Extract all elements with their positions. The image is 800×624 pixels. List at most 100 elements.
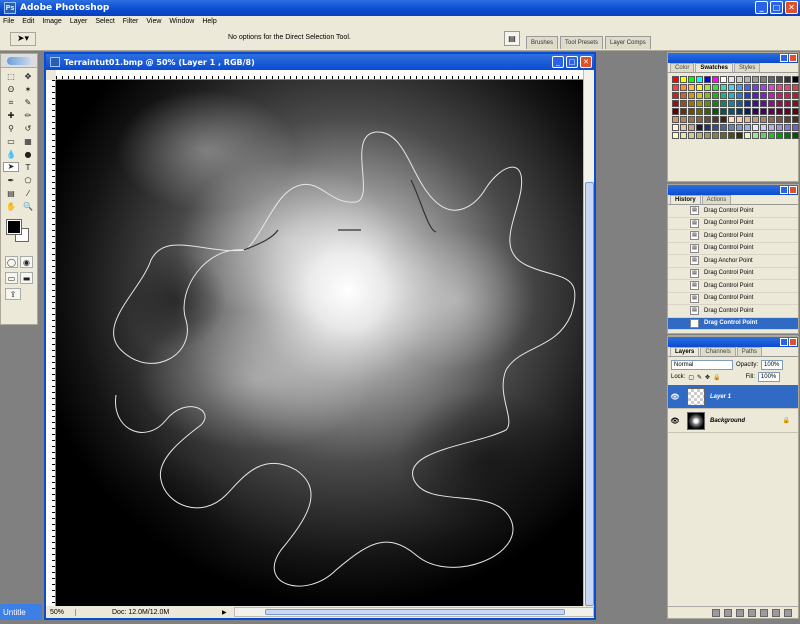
lock-position-icon[interactable]: ✥ xyxy=(705,374,710,381)
swatch[interactable] xyxy=(792,84,799,91)
swatch[interactable] xyxy=(688,76,695,83)
doc-close-button[interactable]: ✕ xyxy=(580,56,592,68)
swatch[interactable] xyxy=(776,132,783,139)
swatch[interactable] xyxy=(672,76,679,83)
menu-layer[interactable]: Layer xyxy=(70,18,88,25)
lock-all-icon[interactable]: 🔒 xyxy=(713,374,720,381)
swatch[interactable] xyxy=(688,116,695,123)
history-state[interactable]: ▤ Drag Control Point xyxy=(668,293,798,305)
swatch[interactable] xyxy=(752,116,759,123)
jump-to-imageready-icon[interactable]: ⇪ xyxy=(5,288,21,300)
panel-close-button[interactable] xyxy=(789,54,797,62)
tab-styles[interactable]: Styles xyxy=(734,63,761,72)
swatch[interactable] xyxy=(728,84,735,91)
tab-layers[interactable]: Layers xyxy=(670,347,700,356)
swatch[interactable] xyxy=(680,76,687,83)
menu-file[interactable]: File xyxy=(3,18,14,25)
panel-minimize-button[interactable] xyxy=(780,186,788,194)
swatch[interactable] xyxy=(712,76,719,83)
swatch[interactable] xyxy=(720,84,727,91)
clone-stamp-tool-icon[interactable]: ⚲ xyxy=(3,123,19,135)
swatch[interactable] xyxy=(736,132,743,139)
swatch[interactable] xyxy=(704,116,711,123)
full-screen-menu-mode-icon[interactable]: ▬ xyxy=(20,272,33,284)
swatch[interactable] xyxy=(736,124,743,131)
swatch[interactable] xyxy=(768,132,775,139)
swatch[interactable] xyxy=(712,132,719,139)
swatch[interactable] xyxy=(784,92,791,99)
swatch[interactable] xyxy=(704,76,711,83)
swatch[interactable] xyxy=(744,132,751,139)
gradient-tool-icon[interactable]: ▦ xyxy=(20,136,36,148)
visibility-eye-icon[interactable]: 👁 xyxy=(668,417,682,425)
swatch[interactable] xyxy=(696,132,703,139)
history-state[interactable]: ▤ Drag Control Point xyxy=(668,317,798,330)
swatch[interactable] xyxy=(696,124,703,131)
swatch[interactable] xyxy=(736,100,743,107)
swatch[interactable] xyxy=(744,76,751,83)
swatch[interactable] xyxy=(680,84,687,91)
vertical-ruler[interactable] xyxy=(46,80,56,606)
swatch[interactable] xyxy=(696,100,703,107)
panel-minimize-button[interactable] xyxy=(780,338,788,346)
swatch[interactable] xyxy=(736,84,743,91)
history-brush-tool-icon[interactable]: ↺ xyxy=(20,123,36,135)
blur-tool-icon[interactable]: 💧 xyxy=(3,149,19,161)
swatch[interactable] xyxy=(720,108,727,115)
swatch[interactable] xyxy=(752,92,759,99)
swatch[interactable] xyxy=(792,108,799,115)
standard-screen-mode-icon[interactable]: ▭ xyxy=(5,272,18,284)
tab-actions[interactable]: Actions xyxy=(701,195,732,204)
swatch[interactable] xyxy=(680,100,687,107)
swatch[interactable] xyxy=(680,108,687,115)
swatch[interactable] xyxy=(712,92,719,99)
swatch[interactable] xyxy=(720,76,727,83)
horizontal-scrollbar[interactable] xyxy=(234,607,594,617)
swatch[interactable] xyxy=(744,100,751,107)
adjustment-layer-icon[interactable] xyxy=(748,608,756,617)
swatch[interactable] xyxy=(776,76,783,83)
healing-brush-tool-icon[interactable]: ✚ xyxy=(3,110,19,122)
swatch[interactable] xyxy=(688,92,695,99)
menu-image[interactable]: Image xyxy=(42,18,61,25)
maximize-button[interactable]: □ xyxy=(770,1,783,14)
swatch[interactable] xyxy=(728,108,735,115)
swatch[interactable] xyxy=(768,76,775,83)
tab-history[interactable]: History xyxy=(670,195,701,204)
swatch[interactable] xyxy=(688,124,695,131)
menu-help[interactable]: Help xyxy=(202,18,216,25)
swatch[interactable] xyxy=(776,92,783,99)
swatch[interactable] xyxy=(792,116,799,123)
vertical-scroll-thumb[interactable] xyxy=(585,182,594,606)
layer-style-icon[interactable] xyxy=(724,608,732,617)
swatch[interactable] xyxy=(696,108,703,115)
menu-select[interactable]: Select xyxy=(95,18,114,25)
swatch[interactable] xyxy=(768,124,775,131)
swatch[interactable] xyxy=(760,92,767,99)
tab-paths[interactable]: Paths xyxy=(736,347,763,356)
swatch[interactable] xyxy=(784,124,791,131)
swatch[interactable] xyxy=(680,116,687,123)
lasso-tool-icon[interactable]: ʘ xyxy=(3,84,19,96)
swatch[interactable] xyxy=(760,84,767,91)
palette-well-icon[interactable]: ▤ xyxy=(504,31,520,46)
opacity-field[interactable]: 100% xyxy=(761,360,784,370)
swatch[interactable] xyxy=(744,92,751,99)
swatch[interactable] xyxy=(760,108,767,115)
swatch[interactable] xyxy=(672,108,679,115)
history-state[interactable]: ▤ Drag Control Point xyxy=(668,230,798,243)
swatch[interactable] xyxy=(744,84,751,91)
dodge-tool-icon[interactable]: ● xyxy=(20,149,36,161)
quick-mask-mode-icon[interactable]: ◉ xyxy=(20,256,33,268)
swatch[interactable] xyxy=(696,92,703,99)
swatch[interactable] xyxy=(672,100,679,107)
app-title-bar[interactable]: Ps Adobe Photoshop _ □ ✕ xyxy=(0,0,800,16)
swatch[interactable] xyxy=(752,84,759,91)
swatch[interactable] xyxy=(776,124,783,131)
well-tab-brushes[interactable]: Brushes xyxy=(526,36,559,49)
swatch[interactable] xyxy=(768,100,775,107)
swatch[interactable] xyxy=(704,124,711,131)
swatch[interactable] xyxy=(784,100,791,107)
standard-mode-icon[interactable]: ◯ xyxy=(5,256,18,268)
swatch[interactable] xyxy=(792,124,799,131)
